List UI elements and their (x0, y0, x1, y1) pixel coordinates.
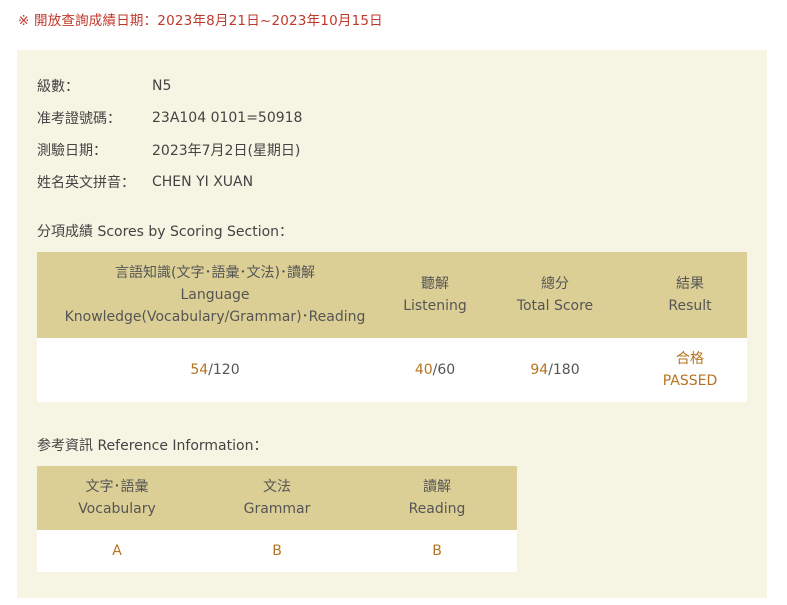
level-value: N5 (152, 78, 172, 94)
level-label: 級數： (37, 79, 79, 95)
scores-header-row: 言語知識(文字･語彙･文法)･讀解 Language Knowledge(Voc… (37, 252, 747, 338)
language-score-cell: 54/120 (37, 338, 393, 402)
language-score: 54 (190, 362, 209, 378)
reference-section-title: 参考資訊 Reference Information： (37, 438, 268, 454)
admission-number-value: 23A104 0101=50918 (152, 110, 303, 126)
grammar-grade: B (197, 530, 357, 572)
admission-number-label: 准考證號碼： (37, 111, 121, 127)
reference-table: 文字･語彙 Vocabulary 文法 Grammar 讀解 Reading A… (37, 466, 517, 572)
header-reading: 讀解 Reading (357, 466, 517, 530)
info-row-test-date: 測驗日期： 2023年7月2日(星期日) (37, 134, 302, 166)
info-row-name: 姓名英文拼音： CHEN YI XUAN (37, 166, 302, 198)
score-report-panel: 級數： N5 准考證號碼： 23A104 0101=50918 測驗日期： 20… (17, 50, 767, 598)
name-label: 姓名英文拼音： (37, 175, 135, 191)
header-vocabulary: 文字･語彙 Vocabulary (37, 466, 197, 530)
result-cell: 合格 PASSED (633, 338, 747, 402)
scores-section-title: 分項成績 Scores by Scoring Section： (37, 224, 294, 240)
listening-score-max: /60 (432, 362, 456, 378)
header-language-knowledge-reading: 言語知識(文字･語彙･文法)･讀解 Language Knowledge(Voc… (37, 252, 393, 338)
reading-grade: B (357, 530, 517, 572)
header-grammar: 文法 Grammar (197, 466, 357, 530)
test-date-label: 測驗日期： (37, 143, 107, 159)
total-score-max: /180 (548, 362, 580, 378)
info-row-level: 級數： N5 (37, 70, 302, 102)
header-result: 結果 Result (633, 252, 747, 338)
result-english: PASSED (662, 373, 718, 389)
listening-score-cell: 40/60 (393, 338, 477, 402)
result-chinese: 合格 (676, 351, 704, 367)
query-period-notice: ※ 開放查詢成績日期：2023年8月21日~2023年10月15日 (18, 13, 383, 29)
vocabulary-grade: A (37, 530, 197, 572)
scores-table: 言語知識(文字･語彙･文法)･讀解 Language Knowledge(Voc… (37, 252, 747, 402)
reference-value-row: A B B (37, 530, 517, 572)
examinee-info: 級數： N5 准考證號碼： 23A104 0101=50918 測驗日期： 20… (37, 70, 302, 198)
scores-value-row: 54/120 40/60 94/180 合格 PASSED (37, 338, 747, 402)
language-score-max: /120 (208, 362, 240, 378)
info-row-admission: 准考證號碼： 23A104 0101=50918 (37, 102, 302, 134)
total-score: 94 (530, 362, 549, 378)
listening-score: 40 (414, 362, 433, 378)
name-value: CHEN YI XUAN (152, 174, 254, 190)
header-listening: 聽解 Listening (393, 252, 477, 338)
header-total-score: 總分 Total Score (477, 252, 633, 338)
total-score-cell: 94/180 (477, 338, 633, 402)
reference-header-row: 文字･語彙 Vocabulary 文法 Grammar 讀解 Reading (37, 466, 517, 530)
test-date-value: 2023年7月2日(星期日) (152, 143, 301, 159)
